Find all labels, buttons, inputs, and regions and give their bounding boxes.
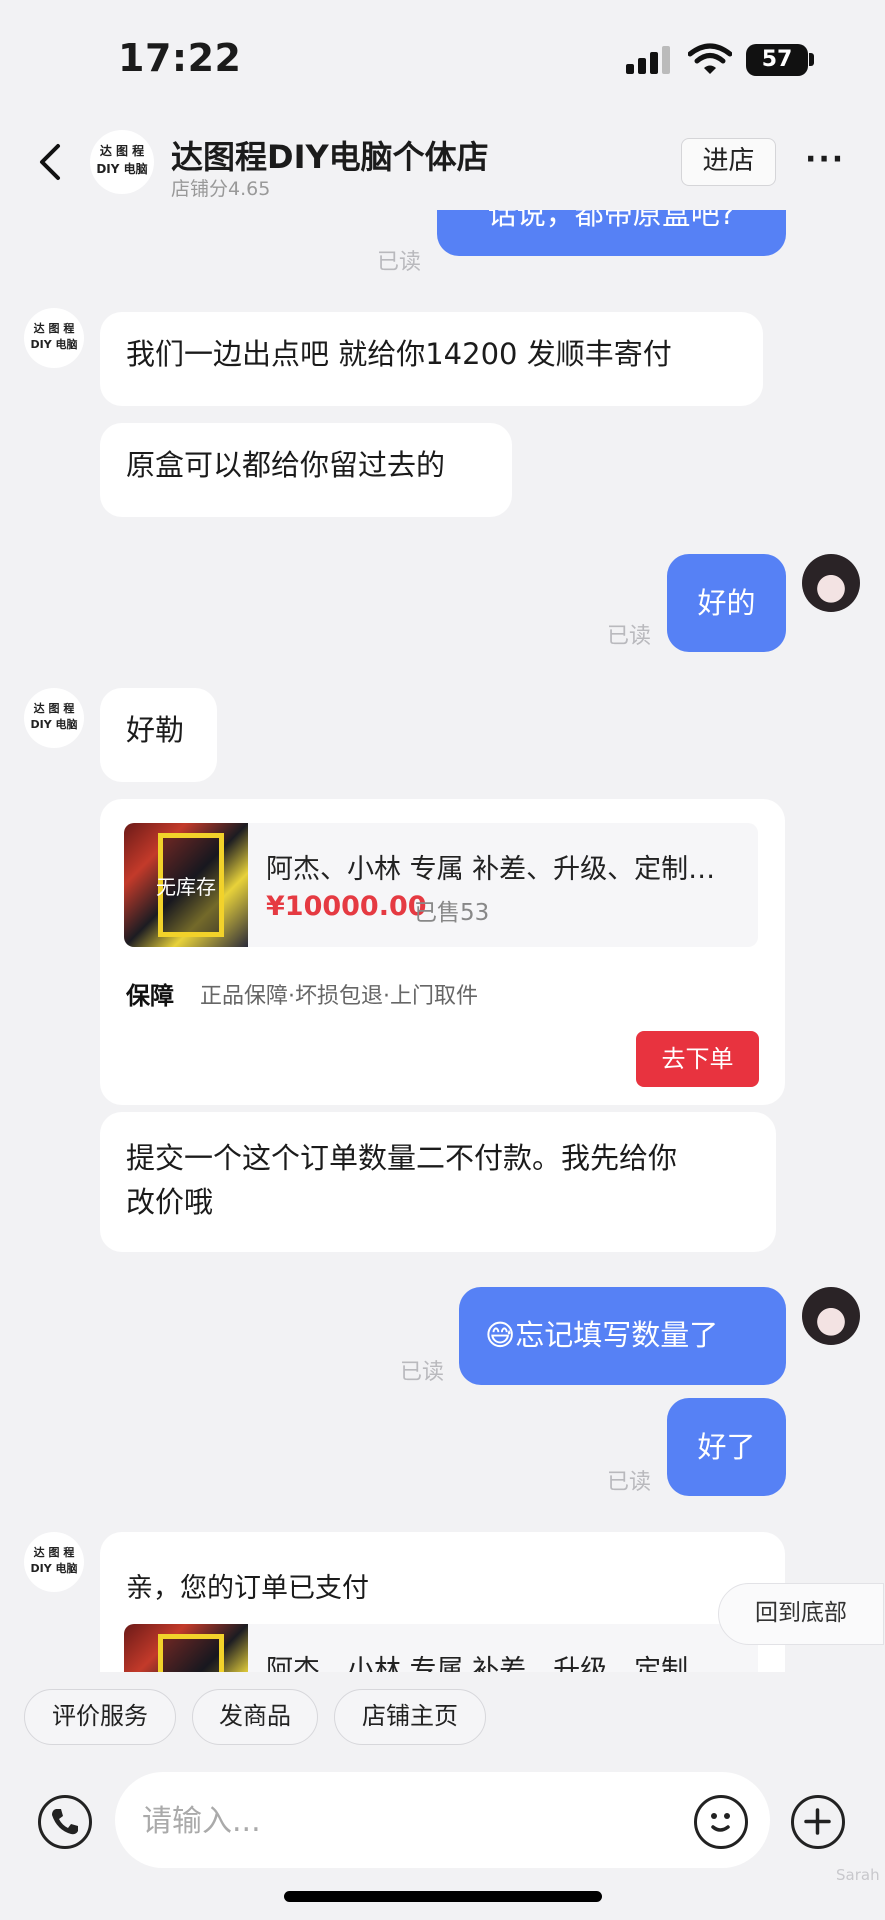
- emoji-icon[interactable]: [694, 1795, 748, 1849]
- watermark-text: Sarah: [836, 1866, 880, 1884]
- message-bubble-incoming[interactable]: 我们一边出点吧 就给你14200 发顺丰寄付: [100, 312, 763, 406]
- read-receipt: 已读: [607, 1470, 652, 1495]
- battery-tip: [809, 53, 814, 66]
- more-options-icon[interactable]: ···: [805, 145, 849, 175]
- phone-icon[interactable]: [38, 1795, 92, 1849]
- wifi-icon: [688, 43, 732, 74]
- signal-icon: [626, 46, 672, 74]
- user-avatar[interactable]: [802, 554, 860, 612]
- message-bubble-outgoing[interactable]: 好了: [667, 1398, 786, 1496]
- product-title: 阿杰、小林 专属 补差、升级、定制…: [266, 1655, 716, 1672]
- sweat-smile-emoji: 😅: [485, 1318, 516, 1352]
- product-image[interactable]: [124, 1624, 248, 1672]
- message-text: 忘记填写数量了: [515, 1318, 719, 1352]
- read-receipt: 已读: [377, 250, 422, 275]
- read-receipt: 已读: [607, 624, 652, 649]
- message-line: 提交一个这个订单数量二不付款。我先给你: [126, 1141, 678, 1175]
- shop-avatar[interactable]: 达 图 程 DIY 电脑: [90, 130, 154, 194]
- message-bubble-outgoing[interactable]: 😅忘记填写数量了: [459, 1287, 786, 1385]
- send-product-chip[interactable]: 发商品: [192, 1689, 318, 1745]
- shop-name[interactable]: 达图程DIY电脑个体店: [171, 132, 489, 178]
- shop-avatar-small[interactable]: 达 图 程 DIY 电脑: [24, 308, 84, 368]
- message-bubble-incoming[interactable]: 原盒可以都给你留过去的: [100, 423, 512, 517]
- avatar-text-line2: DIY 电脑: [96, 162, 148, 176]
- order-paid-title: 亲，您的订单已支付: [126, 1573, 369, 1604]
- shop-score: 店铺分4.65: [171, 178, 271, 200]
- message-bubble-outgoing[interactable]: 好的: [667, 554, 786, 652]
- battery-icon: 57: [746, 44, 808, 76]
- shop-avatar-small[interactable]: 达 图 程 DIY 电脑: [24, 1532, 84, 1592]
- shop-home-chip[interactable]: 店铺主页: [334, 1689, 486, 1745]
- avatar-text-line1: 达 图 程: [99, 144, 145, 158]
- plus-icon[interactable]: [791, 1795, 845, 1849]
- user-avatar[interactable]: [802, 1287, 860, 1345]
- place-order-button[interactable]: 去下单: [636, 1031, 759, 1087]
- product-image[interactable]: 无库存: [124, 823, 248, 947]
- product-title: 阿杰、小林 专属 补差、升级、定制…: [266, 854, 716, 885]
- read-receipt: 已读: [400, 1360, 445, 1385]
- message-bubble-incoming[interactable]: 提交一个这个订单数量二不付款。我先给你 改价哦: [100, 1112, 776, 1252]
- chat-area[interactable]: 话说，都带原盒吧? 已读 达 图 程 DIY 电脑 我们一边出点吧 就给你142…: [0, 210, 885, 1672]
- product-price: ¥10000.00: [266, 891, 427, 922]
- message-bubble-outgoing[interactable]: 话说，都带原盒吧?: [437, 210, 786, 256]
- guarantee-logo: 保障: [126, 982, 174, 1010]
- message-line: 改价哦: [126, 1185, 214, 1219]
- out-of-stock-label: 无库存: [156, 875, 216, 899]
- product-card[interactable]: 无库存 阿杰、小林 专属 补差、升级、定制… ¥10000.00 已售53 保障…: [100, 799, 785, 1105]
- guarantee-text: 正品保障·坏损包退·上门取件: [200, 984, 478, 1009]
- rate-service-chip[interactable]: 评价服务: [24, 1689, 176, 1745]
- product-item[interactable]: 无库存 阿杰、小林 专属 补差、升级、定制… ¥10000.00 已售53: [124, 823, 758, 947]
- message-bubble-incoming[interactable]: 好勒: [100, 688, 217, 782]
- enter-shop-button[interactable]: 进店: [681, 138, 776, 186]
- message-input-placeholder: 请输入...: [142, 1804, 261, 1839]
- product-sold-count: 已售53: [414, 900, 490, 926]
- scroll-to-bottom-button[interactable]: 回到底部: [718, 1583, 884, 1645]
- back-icon[interactable]: [30, 140, 74, 184]
- status-time: 17:22: [118, 36, 242, 80]
- home-indicator: [284, 1891, 602, 1902]
- order-paid-card[interactable]: 亲，您的订单已支付 阿杰、小林 专属 补差、升级、定制…: [100, 1532, 785, 1672]
- shop-avatar-small[interactable]: 达 图 程 DIY 电脑: [24, 688, 84, 748]
- product-item[interactable]: 阿杰、小林 专属 补差、升级、定制…: [124, 1624, 758, 1672]
